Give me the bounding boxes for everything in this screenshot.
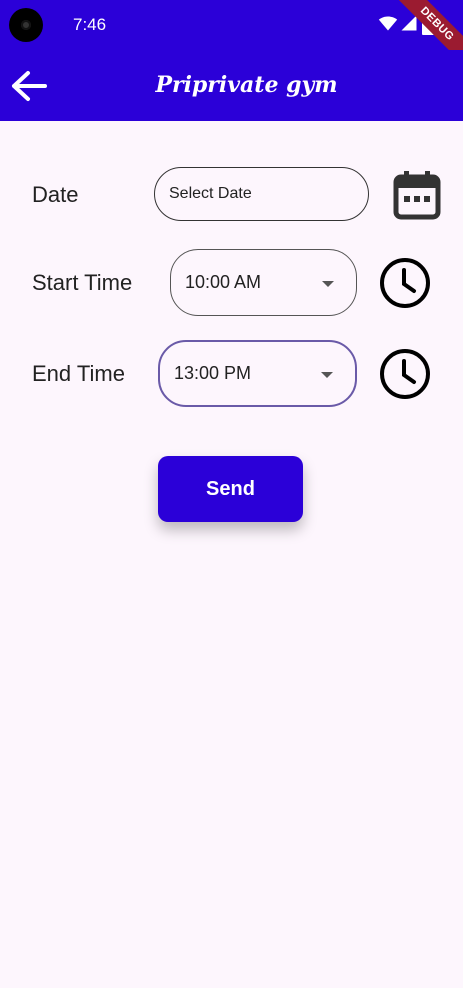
end-time-label: End Time <box>32 361 125 386</box>
calendar-icon <box>393 171 441 220</box>
date-placeholder: Select Date <box>169 185 252 202</box>
start-time-label: Start Time <box>32 270 133 295</box>
start-clock-button[interactable] <box>379 257 431 314</box>
app-bar: Priprivate gym <box>0 50 463 121</box>
page-title: Priprivate gym <box>155 72 338 98</box>
camera-cutout <box>9 8 43 42</box>
start-time-dropdown[interactable]: 10:00 AM <box>170 249 357 316</box>
end-time-dropdown[interactable]: 13:00 PM <box>158 340 357 407</box>
chevron-down-icon <box>321 371 333 378</box>
wifi-icon <box>378 16 398 31</box>
calendar-button[interactable] <box>393 169 441 226</box>
end-time-value: 13:00 PM <box>174 363 252 383</box>
clock-icon <box>380 258 430 308</box>
date-field[interactable]: Select Date <box>154 167 369 221</box>
status-time: 7:46 <box>73 15 107 34</box>
chevron-down-icon <box>322 280 334 287</box>
end-clock-button[interactable] <box>379 348 431 405</box>
status-bar: 7:46 <box>0 0 463 50</box>
send-button[interactable]: Send <box>158 456 303 522</box>
start-time-value: 10:00 AM <box>185 272 262 292</box>
date-label: Date <box>32 182 79 207</box>
clock-icon <box>380 349 430 399</box>
